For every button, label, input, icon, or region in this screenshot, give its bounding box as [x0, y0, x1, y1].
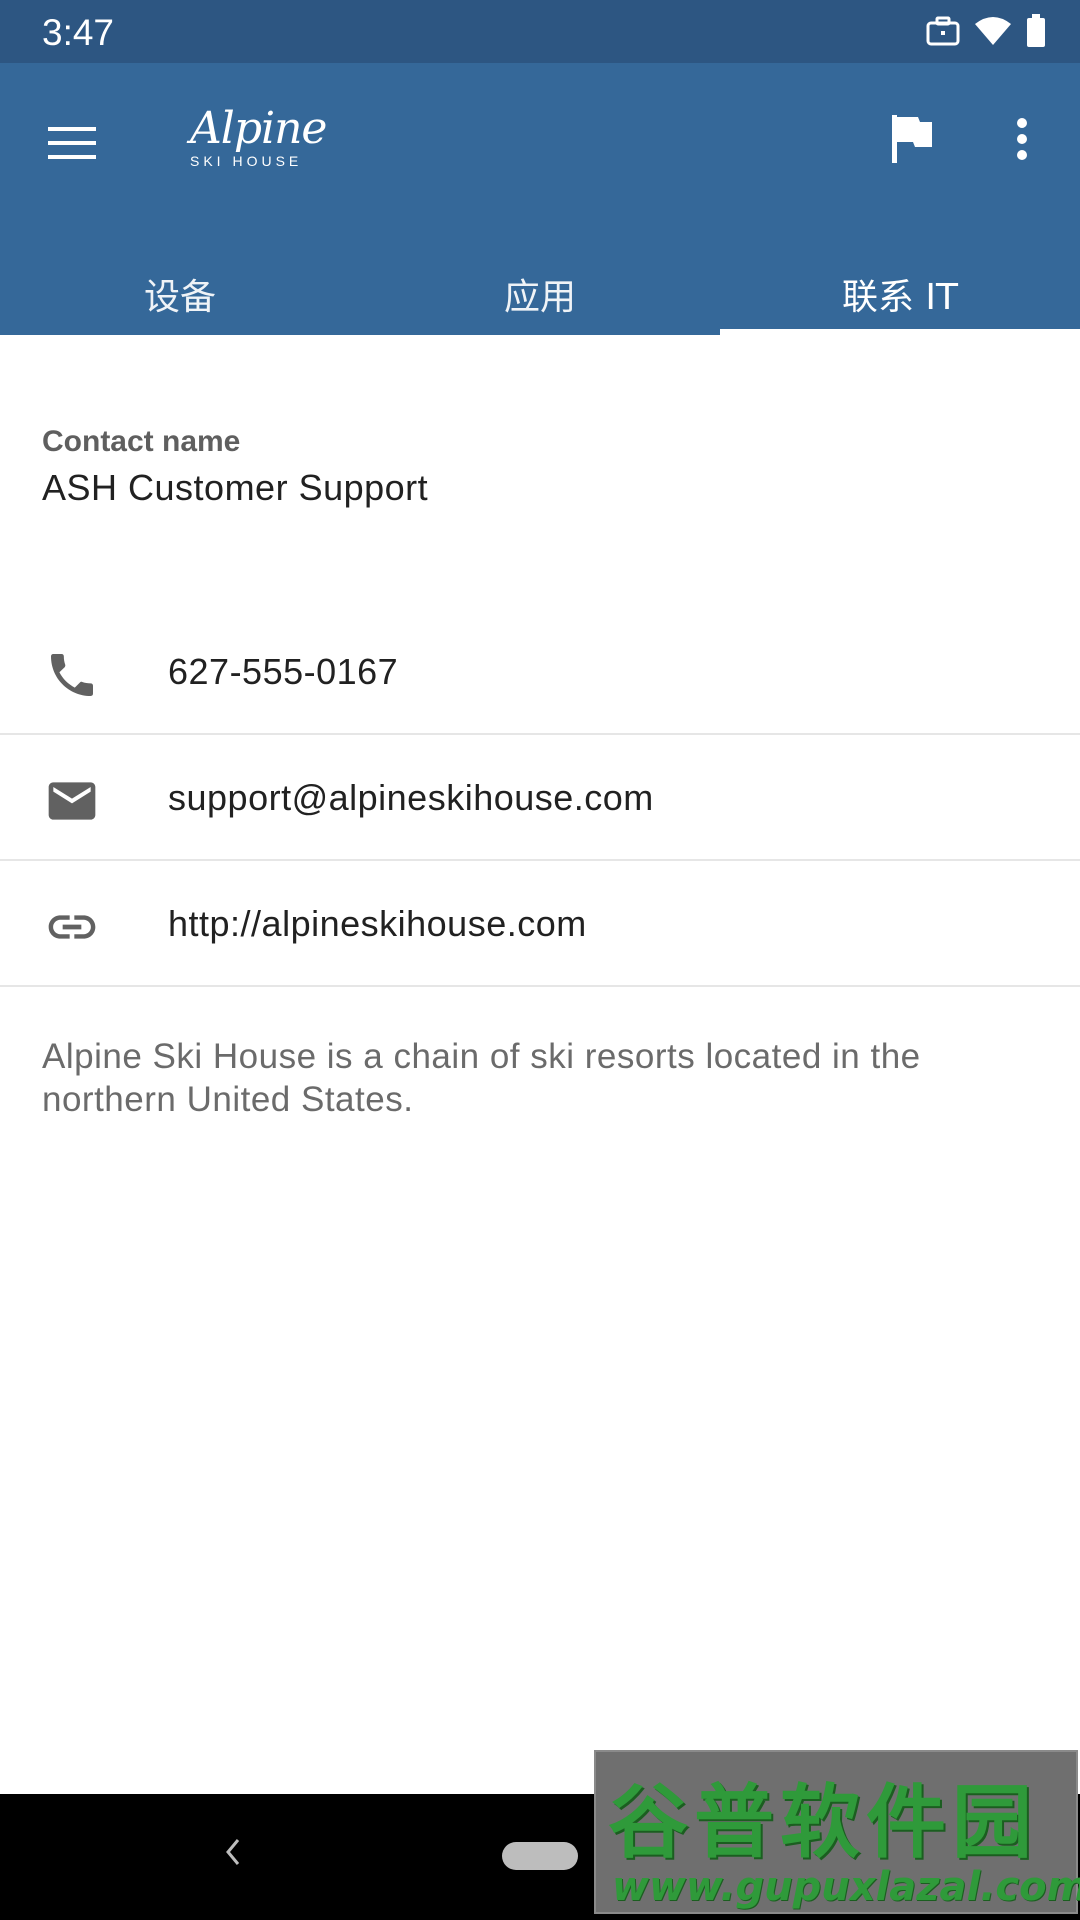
more-vertical-icon[interactable]: [992, 109, 1052, 169]
battery-icon: [1027, 14, 1045, 47]
briefcase-icon: [926, 16, 960, 46]
tab-devices[interactable]: 设备: [0, 268, 360, 335]
logo-sub-text: SKI HOUSE: [190, 153, 303, 169]
tab-apps[interactable]: 应用: [360, 268, 720, 335]
email-icon: [44, 773, 100, 829]
wifi-icon: [975, 17, 1011, 45]
watermark-overlay: 谷普软件园 www.gupuxlazal.com: [594, 1750, 1080, 1914]
app-bar: Alpine SKI HOUSE 设备 应用 联系 IT: [0, 63, 1080, 335]
watermark-url: www.gupuxlazal.com: [612, 1864, 1080, 1910]
phone-number[interactable]: 627-555-0167: [168, 651, 398, 693]
logo-main-text: Alpine: [190, 103, 327, 154]
contact-name-value: ASH Customer Support: [42, 467, 429, 508]
phone-icon: [44, 647, 100, 703]
tab-bar: 设备 应用 联系 IT: [0, 268, 1080, 335]
status-bar: 3:47: [0, 0, 1080, 63]
home-pill-button[interactable]: [502, 1842, 578, 1870]
email-row[interactable]: support@alpineskihouse.com: [0, 735, 1080, 861]
email-address[interactable]: support@alpineskihouse.com: [168, 777, 654, 819]
back-icon[interactable]: [218, 1832, 248, 1872]
alpine-ski-house-logo: Alpine SKI HOUSE: [186, 103, 327, 173]
flag-icon[interactable]: [882, 109, 942, 169]
status-time: 3:47: [42, 12, 115, 53]
contact-name-label: Contact name: [42, 425, 241, 458]
phone-row[interactable]: 627-555-0167: [0, 609, 1080, 735]
link-icon: [44, 899, 100, 955]
hamburger-menu-icon[interactable]: [44, 113, 104, 173]
watermark-title: 谷普软件园: [608, 1776, 1038, 1869]
company-description: Alpine Ski House is a chain of ski resor…: [42, 1037, 921, 1119]
website-url[interactable]: http://alpineskihouse.com: [168, 903, 587, 945]
website-row[interactable]: http://alpineskihouse.com: [0, 861, 1080, 987]
status-icons: [926, 14, 1046, 48]
tab-contact-it[interactable]: 联系 IT: [720, 268, 1080, 335]
